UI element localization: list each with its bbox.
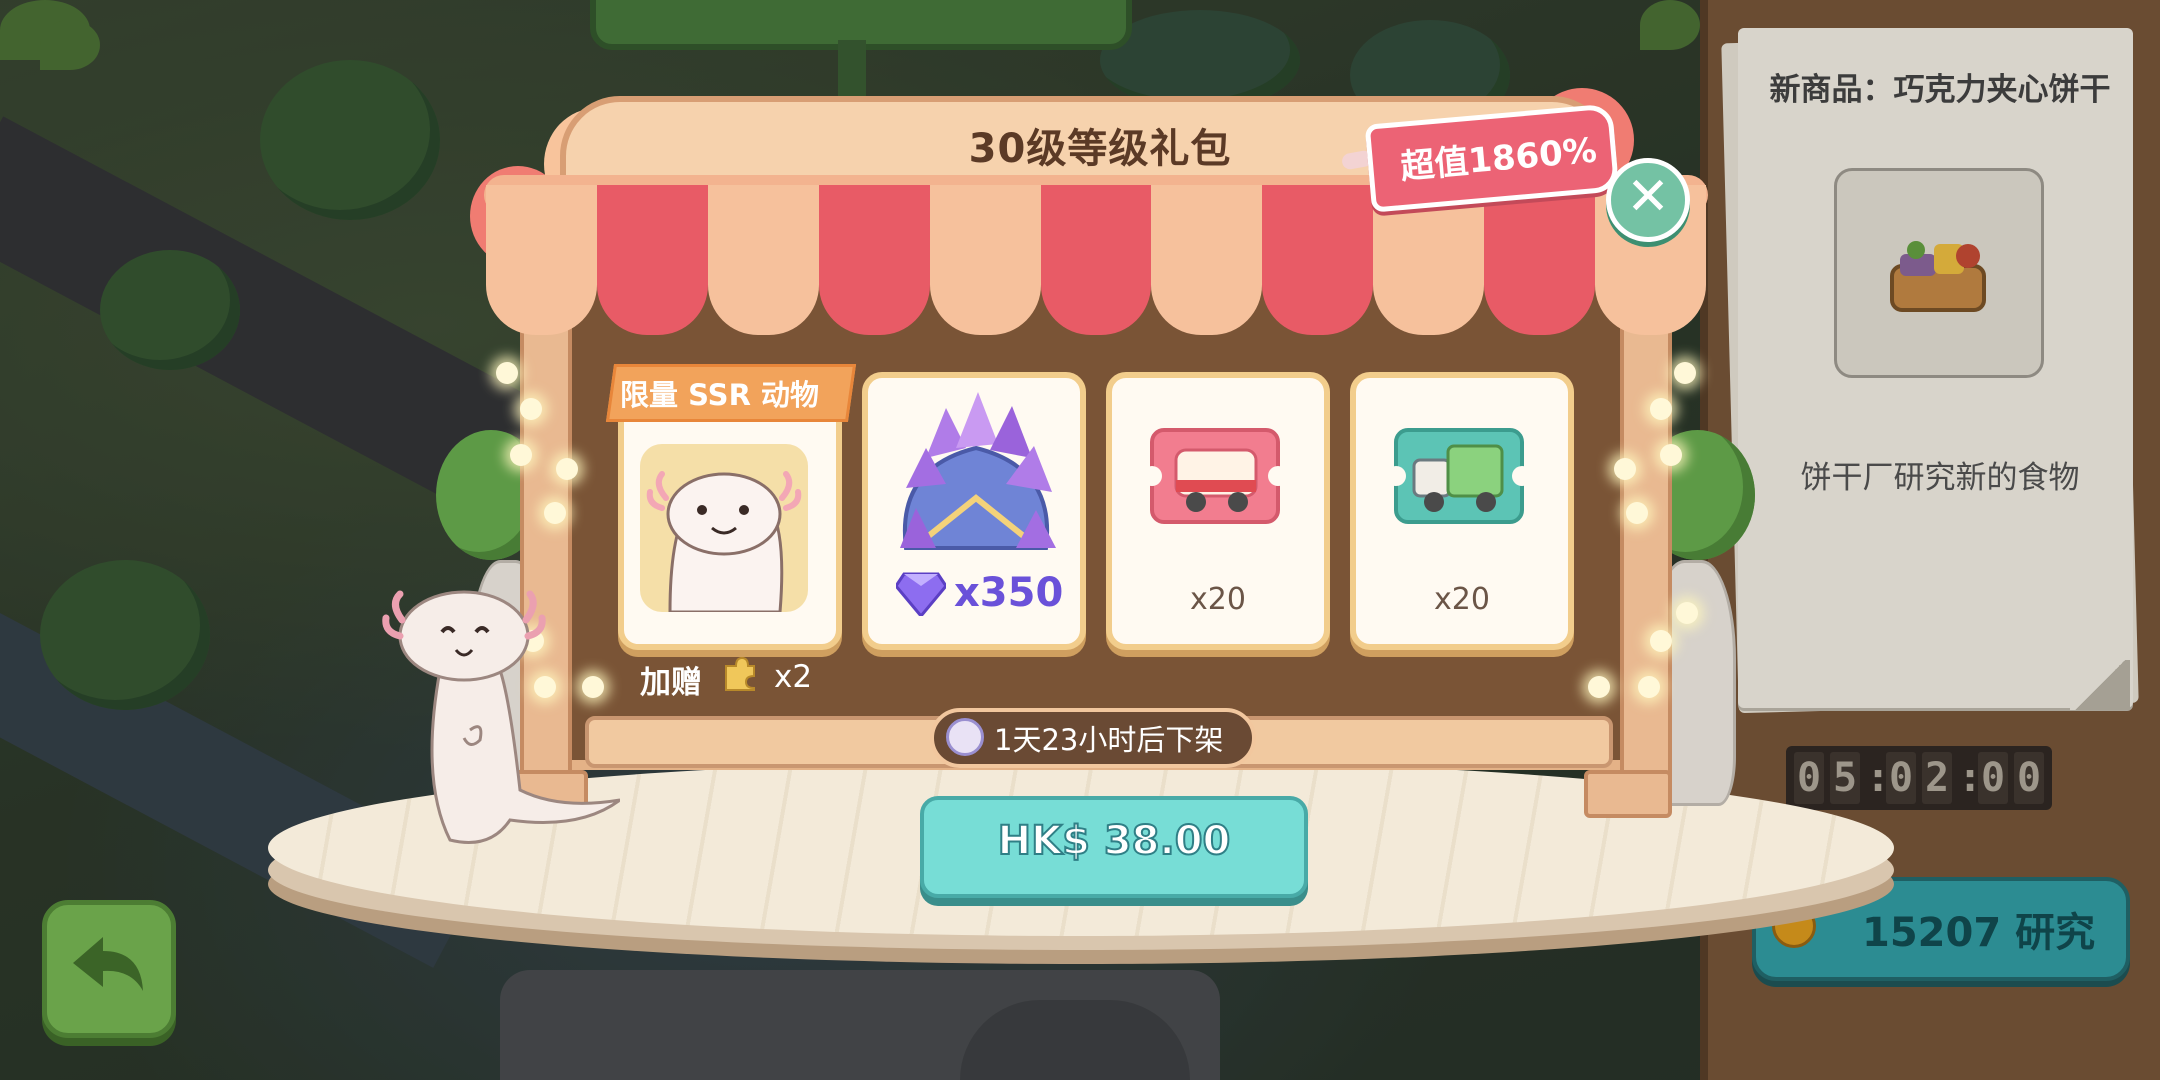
timer-digit: 0	[1794, 752, 1824, 804]
close-button[interactable]: ✕	[1606, 158, 1690, 242]
close-icon: ✕	[1626, 167, 1670, 227]
timer-digit: 0	[1978, 752, 2008, 804]
string-light	[544, 502, 566, 524]
timer-digit: 2	[1922, 752, 1952, 804]
red-van-ticket-quantity: x20	[1190, 582, 1246, 617]
research-timer: 0 5 : 0 2 : 0 0	[1786, 746, 2052, 810]
bonus-label: 加赠	[640, 665, 702, 701]
paper-curl	[2070, 660, 2130, 710]
axolotl-portrait	[640, 444, 808, 614]
awning-stripe	[1040, 185, 1152, 335]
sign-post	[838, 40, 866, 100]
string-light	[510, 444, 532, 466]
gem-icon	[896, 572, 946, 616]
string-light	[1650, 398, 1672, 420]
post-base-right	[1584, 770, 1672, 818]
string-light	[556, 458, 578, 480]
new-product-title: 新商品：巧克力夹心饼干	[1769, 72, 2111, 108]
green-truck-ticket-quantity: x20	[1434, 582, 1490, 617]
awning-stripe	[818, 185, 930, 335]
awning-stripe	[707, 185, 819, 335]
timer-separator: :	[1866, 755, 1891, 801]
string-light	[520, 398, 542, 420]
awning-stripe	[929, 185, 1041, 335]
awning-stripe	[596, 185, 708, 335]
red-van-ticket-icon	[1146, 428, 1284, 524]
puzzle-piece-icon	[725, 656, 755, 691]
awning-stripe	[1151, 185, 1263, 335]
bento-box-icon	[1890, 241, 1986, 312]
axolotl-icon	[646, 471, 802, 614]
research-button-label: 15207 研究	[1862, 910, 2096, 956]
ssr-ribbon-label: 限量 SSR 动物	[620, 378, 819, 412]
green-truck-ticket-icon	[1390, 428, 1528, 524]
string-light	[1638, 676, 1660, 698]
string-light	[1650, 630, 1672, 652]
gem-quantity: x350	[954, 570, 1064, 616]
timer-separator: :	[1958, 755, 1983, 801]
axolotl-mascot	[382, 590, 620, 844]
string-light	[1660, 444, 1682, 466]
countdown-text: 1天23小时后下架	[994, 723, 1224, 757]
timer-digit: 0	[2014, 752, 2044, 804]
string-light	[1676, 602, 1698, 624]
string-light	[1588, 676, 1610, 698]
back-arrow-icon	[73, 937, 143, 991]
clock-icon	[946, 718, 984, 756]
string-light	[1674, 362, 1696, 384]
awning-stripe	[1484, 185, 1596, 335]
new-product-description: 饼干厂研究新的食物	[1800, 460, 2080, 496]
string-light	[1614, 458, 1636, 480]
string-light	[496, 362, 518, 384]
amethyst-gem-pile-icon	[900, 392, 1056, 550]
purchase-price: HK$ 38.00	[997, 817, 1232, 865]
timer-digit: 0	[1886, 752, 1916, 804]
awning-stripe	[486, 185, 597, 335]
back-button[interactable]	[42, 900, 176, 1038]
awning-stripe	[1262, 185, 1374, 335]
string-light	[1626, 502, 1648, 524]
awning	[486, 185, 1706, 335]
timer-digit: 5	[1830, 752, 1860, 804]
post-right	[1620, 300, 1672, 808]
bonus-count: x2	[774, 659, 813, 695]
